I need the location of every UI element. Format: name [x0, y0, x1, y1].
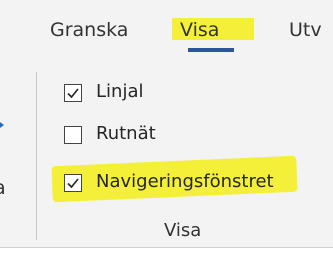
tab-granska[interactable]: Granska — [50, 16, 128, 44]
checkbox-checked-icon[interactable] — [64, 174, 82, 192]
tab-utvecklare[interactable]: Utv — [289, 16, 322, 44]
tab-visa[interactable]: Visa — [180, 16, 219, 44]
checkbox-checked-icon[interactable] — [64, 84, 82, 102]
group-label: Visa — [164, 220, 202, 241]
checkbox-label: Navigeringsfönstret — [96, 171, 274, 192]
group-separator — [36, 72, 37, 240]
arrow-icon — [0, 122, 4, 128]
checkbox-label: Rutnät — [96, 123, 156, 144]
partial-label: a — [0, 177, 6, 199]
ribbon-bottom-border — [0, 247, 333, 248]
checkbox-label: Linjal — [96, 81, 144, 102]
checkbox-unchecked-icon[interactable] — [64, 126, 82, 144]
active-tab-underline — [188, 48, 234, 52]
